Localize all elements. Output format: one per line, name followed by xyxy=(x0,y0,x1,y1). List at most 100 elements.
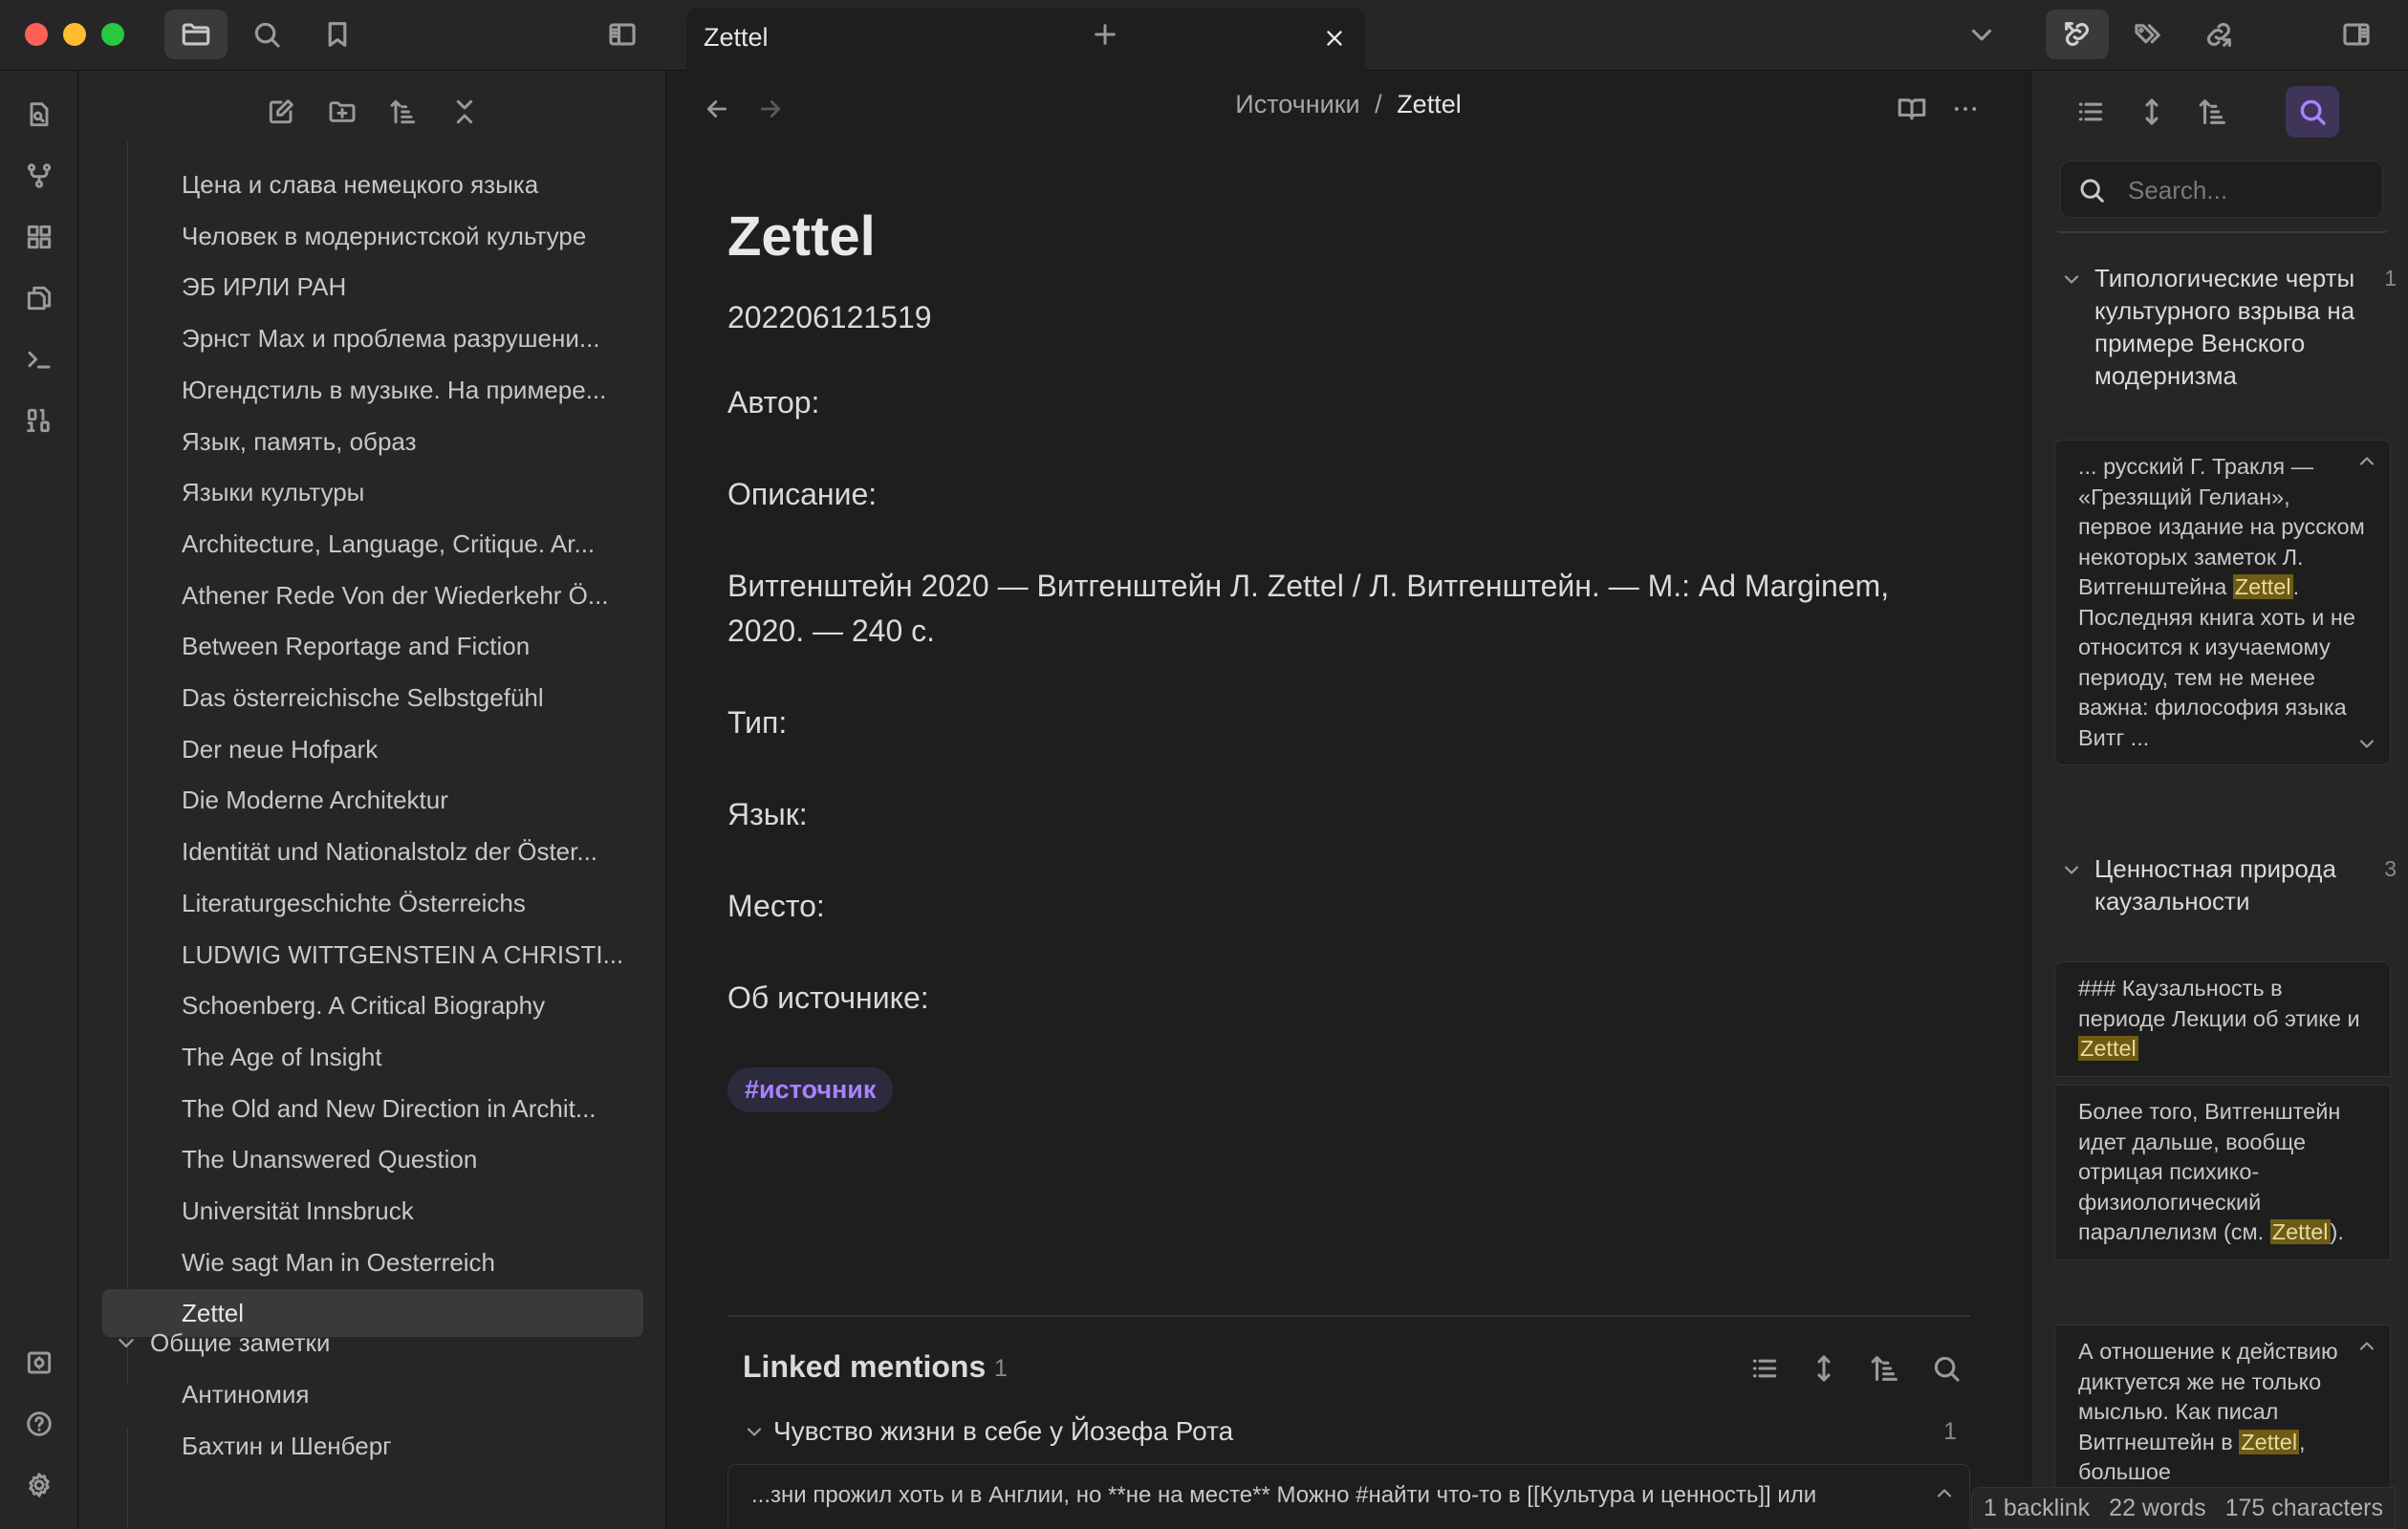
language-field: Язык: xyxy=(727,797,808,831)
file-item[interactable]: Wie sagt Man in Oesterreich xyxy=(102,1238,643,1286)
file-item[interactable]: Человек в модернистской культуре xyxy=(102,212,643,260)
search-results-button[interactable] xyxy=(1925,1347,1967,1389)
sidebar-left-icon xyxy=(609,23,636,46)
show-more-context-button[interactable] xyxy=(2125,86,2179,138)
sort-button[interactable] xyxy=(2186,86,2240,138)
place-field: Место: xyxy=(727,889,825,923)
backlink-snippet[interactable]: ... русский Г. Тракля — «Грезящий Гелиан… xyxy=(2054,440,2391,765)
sort-results-button[interactable] xyxy=(1864,1347,1906,1389)
more-options-button[interactable] xyxy=(1946,90,1985,128)
file-item[interactable]: The Age of Insight xyxy=(102,1033,643,1081)
breadcrumb-parent[interactable]: Источники xyxy=(1235,90,1359,118)
backlinks-view-button[interactable] xyxy=(2046,10,2109,59)
search-highlight: Zettel xyxy=(2232,574,2293,599)
note-title[interactable]: Zettel xyxy=(727,205,1970,269)
file-item[interactable]: Языки культуры xyxy=(102,468,643,516)
new-tab-button[interactable] xyxy=(1084,13,1126,55)
folder-general-notes[interactable]: Общие заметки xyxy=(102,1319,643,1367)
layout-grid-icon xyxy=(27,225,52,249)
file-item[interactable]: Цена и слава немецкого языка xyxy=(102,161,643,208)
backlink-count[interactable]: 1 backlink xyxy=(1984,1495,2090,1522)
file-item[interactable]: Югендстиль в музыке. На примере... xyxy=(102,366,643,414)
new-folder-button[interactable] xyxy=(318,88,366,136)
title-bar: Zettel xyxy=(0,0,2408,71)
search-input[interactable] xyxy=(2128,173,2367,207)
tags-view-button[interactable] xyxy=(2116,10,2180,59)
file-item[interactable]: LUDWIG WITTGENSTEIN A CHRISTI... xyxy=(102,931,643,979)
tab-zettel[interactable]: Zettel xyxy=(686,8,1365,71)
snippet-text: ). xyxy=(2330,1219,2344,1244)
open-quick-switcher-button[interactable] xyxy=(18,94,60,136)
settings-button[interactable] xyxy=(18,1464,60,1506)
file-item[interactable]: Бахтин и Шенберг xyxy=(102,1422,643,1470)
show-more-context-button[interactable] xyxy=(1803,1347,1845,1389)
backlink-snippet[interactable]: ### Каузальность в периоде Лекции об эти… xyxy=(2054,961,2391,1077)
chevron-up-icon[interactable] xyxy=(2355,450,2378,473)
open-graph-view-button[interactable] xyxy=(18,155,60,197)
plugin-button[interactable] xyxy=(18,399,60,441)
bookmarks-view-button[interactable] xyxy=(306,10,369,59)
file-item[interactable]: The Old and New Direction in Archit... xyxy=(102,1085,643,1132)
file-item[interactable]: Schoenberg. A Critical Biography xyxy=(102,981,643,1029)
open-vault-button[interactable] xyxy=(18,1342,60,1384)
tag-source[interactable]: #источник xyxy=(727,1067,894,1112)
file-item[interactable]: Between Reportage and Fiction xyxy=(102,622,643,670)
divider xyxy=(727,1315,1970,1317)
close-window-button[interactable] xyxy=(25,23,48,46)
list-icon xyxy=(1752,1359,1777,1378)
divider xyxy=(2054,227,2389,233)
insert-template-button[interactable] xyxy=(18,277,60,319)
file-item[interactable]: Антиномия xyxy=(102,1370,643,1418)
sort-button[interactable] xyxy=(380,88,427,136)
close-tab-button[interactable] xyxy=(1317,21,1352,55)
file-item[interactable]: Эрнст Мах и проблема разрушени... xyxy=(102,314,643,362)
file-item[interactable]: Die Moderne Architektur xyxy=(102,776,643,824)
file-item[interactable]: Identität und Nationalstolz der Öster... xyxy=(102,828,643,875)
file-item[interactable]: Das österreichische Selbstgefühl xyxy=(102,674,643,721)
file-item[interactable]: Язык, память, образ xyxy=(102,418,643,465)
maximize-window-button[interactable] xyxy=(101,23,124,46)
backlink-group-title: Типологические черты культурного взрыва … xyxy=(2094,264,2355,390)
open-canvas-button[interactable] xyxy=(18,216,60,258)
file-search-icon xyxy=(30,102,49,127)
status-bar: 1 backlink 22 words 175 characters xyxy=(1971,1487,2396,1529)
file-item[interactable]: ЭБ ИРЛИ РАН xyxy=(102,263,643,311)
tags-icon xyxy=(2135,24,2160,44)
outgoing-links-view-button[interactable] xyxy=(2187,10,2250,59)
chevrons-collapse-icon xyxy=(456,99,473,124)
help-button[interactable] xyxy=(18,1403,60,1445)
toggle-left-sidebar-button[interactable] xyxy=(591,10,654,59)
chevron-up-icon[interactable] xyxy=(1933,1482,1956,1505)
collapse-results-button[interactable] xyxy=(1744,1347,1786,1389)
backlinks-search[interactable] xyxy=(2060,161,2383,218)
new-note-button[interactable] xyxy=(257,88,305,136)
file-item[interactable]: The Unanswered Question xyxy=(102,1135,643,1183)
open-command-palette-button[interactable] xyxy=(18,338,60,380)
ribbon xyxy=(0,71,78,1529)
chevron-up-icon[interactable] xyxy=(2355,1335,2378,1358)
file-item[interactable]: Athener Rede Von der Wiederkehr Ö... xyxy=(102,571,643,619)
toggle-right-sidebar-button[interactable] xyxy=(2325,10,2388,59)
file-item[interactable]: Der neue Hofpark xyxy=(102,725,643,773)
file-item[interactable]: Literaturgeschichte Österreichs xyxy=(102,879,643,927)
note-content[interactable]: Zettel 202206121519 Автор: Описание: Вит… xyxy=(727,205,1970,1112)
snippet-text: ... русский Г. Тракля — «Грезящий Гелиан… xyxy=(2078,454,2365,599)
breadcrumb-current[interactable]: Zettel xyxy=(1397,90,1462,118)
linked-mention-snippet[interactable]: ...зни прожил хоть и в Англии, но **не н… xyxy=(727,1464,1970,1529)
tab-list-button[interactable] xyxy=(1950,10,2013,59)
minimize-window-button[interactable] xyxy=(63,23,86,46)
linked-mention-group[interactable]: Чувство жизни в себе у Йозефа Рота 1 xyxy=(743,1412,1957,1451)
backlink-snippet[interactable]: Более того, Витгенштейн идет дальше, воо… xyxy=(2054,1085,2391,1260)
reading-view-button[interactable] xyxy=(1893,90,1931,128)
file-item[interactable]: Architecture, Language, Critique. Ar... xyxy=(102,520,643,568)
file-item[interactable]: Universität Innsbruck xyxy=(102,1187,643,1235)
chevron-down-icon[interactable] xyxy=(2355,732,2378,755)
backlink-group[interactable]: Ценностная природа каузальности 3 xyxy=(2052,852,2397,917)
files-view-button[interactable] xyxy=(164,10,228,59)
search-toggle-button[interactable] xyxy=(2286,86,2339,138)
search-view-button[interactable] xyxy=(235,10,298,59)
collapse-all-button[interactable] xyxy=(441,88,488,136)
search-highlight: Zettel xyxy=(2239,1429,2300,1454)
collapse-results-button[interactable] xyxy=(2064,86,2117,138)
backlink-group[interactable]: Типологические черты культурного взрыва … xyxy=(2052,262,2397,392)
